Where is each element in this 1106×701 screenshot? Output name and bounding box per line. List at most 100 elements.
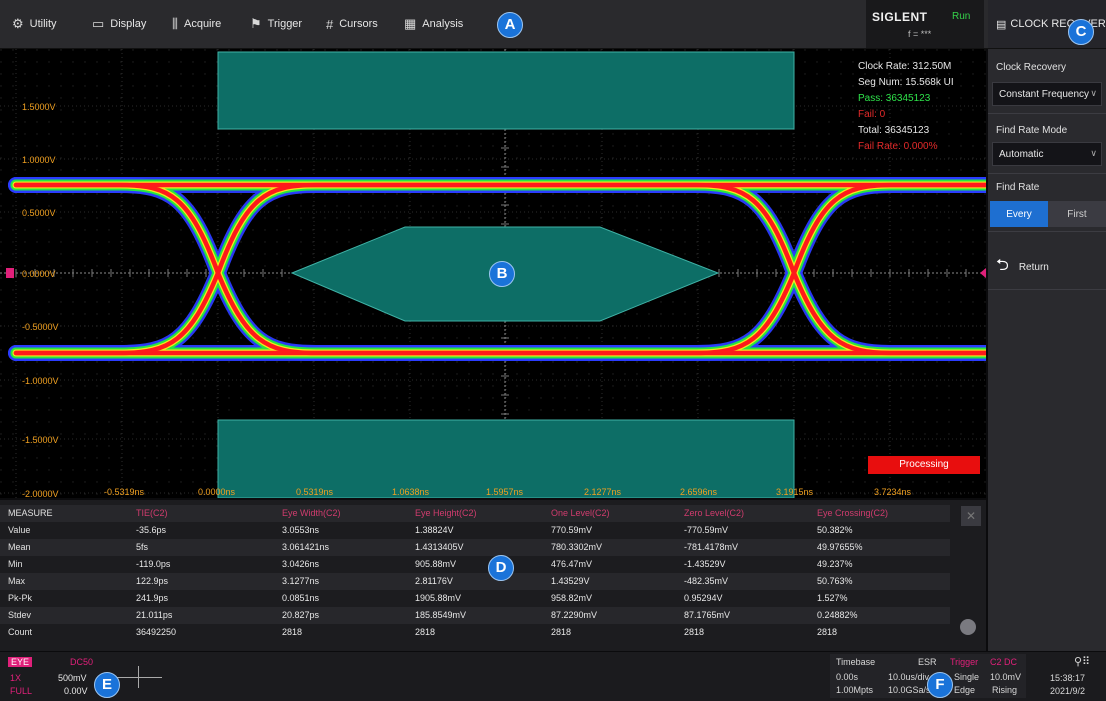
table-cell: 87.1765mV <box>684 610 731 620</box>
table-cell: 3.061421ns <box>282 542 330 552</box>
channel-marker <box>6 268 14 278</box>
return-button[interactable]: ⮌ Return <box>996 254 1049 281</box>
table-cell: 958.82mV <box>551 593 593 603</box>
table-cell: 36492250 <box>136 627 177 637</box>
settings-knob-icon[interactable] <box>960 619 976 635</box>
table-cell: 1.4313405V <box>415 542 464 552</box>
y-axis-label: -1.5000V <box>22 435 59 445</box>
table-cell: 2.81176V <box>415 576 453 586</box>
clock-time: 15:38:17 <box>1050 673 1086 683</box>
eye-diagram-display[interactable]: 1.5000V 1.0000V 0.5000V 0.0000V -0.5000V -1.0… <box>0 49 986 498</box>
table-cell: 3.0553ns <box>282 525 320 535</box>
document-icon: ▤ <box>996 18 1007 31</box>
table-cell: 49.97655% <box>817 542 863 552</box>
table-row: Max 122.9ps 3.1277ns 2.81176V 1.43529V -482.3… <box>0 573 950 590</box>
run-status[interactable]: Run <box>952 11 970 22</box>
find-rate-label: Find Rate <box>996 182 1040 193</box>
table-cell: 780.3302mV <box>551 542 603 552</box>
eye-channel-descriptor[interactable]: EYE DC50 1X 500mV FULL 0.00V <box>8 654 162 698</box>
clock-rate: Clock Rate: 312.50M <box>858 61 952 72</box>
find-rate-first-button[interactable]: First <box>1048 201 1106 227</box>
table-cell: 49.237% <box>817 559 853 569</box>
seg-num: Seg Num: 15.568k UI <box>858 77 954 88</box>
y-axis-label: -0.5000V <box>22 322 59 332</box>
table-cell: -35.6ps <box>136 525 167 535</box>
pass-count: Pass: 36345123 <box>858 93 931 104</box>
table-cell: 5fs <box>136 542 149 552</box>
table-cell: 21.011ps <box>136 610 173 620</box>
menu-acquire[interactable]: ⫼ Acquire <box>172 0 221 48</box>
table-cell: 0.0851ns <box>282 593 320 603</box>
return-label: Return <box>1018 262 1049 273</box>
table-cell: 2818 <box>282 627 303 637</box>
system-clock: ⚲⠿ 15:38:17 2021/9/2 <box>1046 654 1106 698</box>
divider <box>988 231 1106 232</box>
acquire-icon: ⫼ <box>172 16 178 31</box>
close-icon[interactable]: ✕ <box>961 506 981 526</box>
column-header[interactable]: Eye Width(C2) <box>282 508 341 518</box>
x-axis-label: -0.5319ns <box>104 487 145 497</box>
x-axis-label: 1.0638ns <box>392 487 430 497</box>
row-label: Value <box>8 525 31 535</box>
eye-scale-label: 1X <box>10 673 22 683</box>
chevron-down-icon: ∨ <box>1090 88 1097 98</box>
y-axis-label: -1.0000V <box>22 376 59 386</box>
top-menu-bar: ⚙ Utility ▭ Display ⫼ Acquire ⚑ Trigger … <box>0 0 1106 49</box>
column-header[interactable]: TIE(C2) <box>136 508 168 518</box>
table-cell: 241.9ps <box>136 593 169 603</box>
row-label: Min <box>8 559 23 569</box>
clock-recovery-select[interactable]: Constant Frequency ∨ <box>992 82 1102 106</box>
x-axis-label: 2.1277ns <box>584 487 622 497</box>
column-header[interactable]: Eye Crossing(C2) <box>817 508 888 518</box>
eye-offset-label: FULL <box>10 686 33 696</box>
eye-coupling: DC50 <box>70 657 94 667</box>
find-rate-every-button[interactable]: Every <box>990 201 1048 227</box>
menu-trigger-label: Trigger <box>267 18 303 30</box>
menu-analysis[interactable]: ▦ Analysis <box>404 0 463 48</box>
brand-area[interactable]: SIGLENT Run f = *** <box>866 0 984 48</box>
callout-a: A <box>497 12 523 38</box>
table-header-row: MEASURE TIE(C2) Eye Width(C2) Eye Height… <box>0 505 950 522</box>
table-cell: -770.59mV <box>684 525 729 535</box>
eye-offset: 0.00V <box>64 686 88 696</box>
table-cell: 2818 <box>684 627 705 637</box>
column-header[interactable]: One Level(C2) <box>551 508 610 518</box>
delay-value: 0.00s <box>836 672 859 682</box>
table-cell: -482.35mV <box>684 576 729 586</box>
table-row: Min -119.0ps 3.0426ns 905.88mV 476.47mV -1.43… <box>0 556 950 573</box>
x-axis-label: 2.6596ns <box>680 487 718 497</box>
measurement-table: MEASURE TIE(C2) Eye Width(C2) Eye Height… <box>0 500 986 651</box>
find-rate-mode-value: Automatic <box>999 149 1044 160</box>
row-label: Mean <box>8 542 31 552</box>
fail-count: Fail: 0 <box>858 109 886 120</box>
clock-date: 2021/9/2 <box>1050 686 1086 696</box>
table-row: Stdev 21.011ps 20.827ps 185.8549mV 87.2290mV… <box>0 607 950 624</box>
column-header[interactable]: Eye Height(C2) <box>415 508 477 518</box>
menu-display[interactable]: ▭ Display <box>92 0 146 48</box>
channel-line <box>116 677 162 678</box>
clock-recovery-side-panel: Clock Recovery Constant Frequency ∨ Find… <box>988 49 1106 651</box>
table-row: Count 36492250 2818 2818 2818 2818 2818 <box>0 624 950 641</box>
return-arrow-icon: ⮌ <box>996 257 1009 274</box>
table-cell: 2818 <box>415 627 436 637</box>
row-label: Count <box>8 627 33 637</box>
menu-utility[interactable]: ⚙ Utility <box>12 0 57 48</box>
menu-analysis-label: Analysis <box>422 18 464 30</box>
menu-trigger[interactable]: ⚑ Trigger <box>250 0 302 48</box>
find-rate-mode-select[interactable]: Automatic ∨ <box>992 142 1102 166</box>
status-bar: EYE DC50 1X 500mV FULL 0.00V E Timebase … <box>0 652 1106 701</box>
divider <box>988 173 1106 174</box>
column-header[interactable]: Zero Level(C2) <box>684 508 744 518</box>
divider <box>988 113 1106 114</box>
trigger-level: 10.0mV <box>990 672 1022 682</box>
table-cell: 87.2290mV <box>551 610 598 620</box>
menu-cursors[interactable]: # Cursors <box>326 0 378 48</box>
table-cell: 185.8549mV <box>415 610 467 620</box>
monitor-icon: ▭ <box>92 16 105 31</box>
time-per-div: 10.0us/div <box>888 672 930 682</box>
measure-header: MEASURE <box>8 508 53 518</box>
analysis-icon: ▦ <box>404 16 417 31</box>
trigger-label: Trigger <box>950 657 979 667</box>
table-cell: -119.0ps <box>136 559 171 569</box>
flag-icon: ⚑ <box>250 16 262 31</box>
